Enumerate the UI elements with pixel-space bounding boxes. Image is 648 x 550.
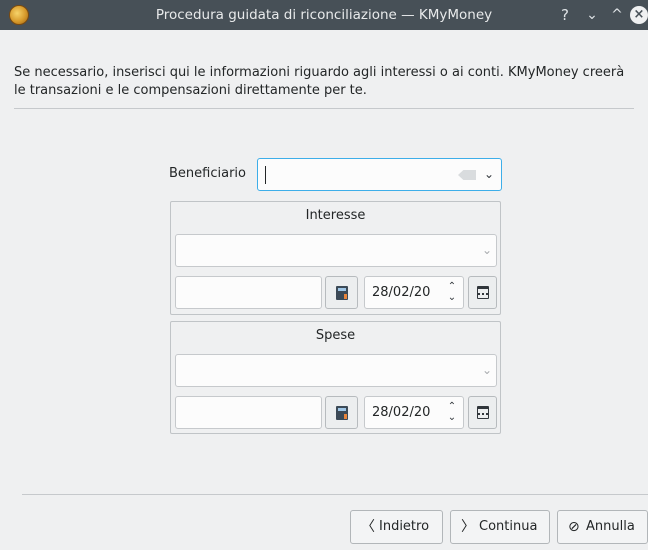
cancel-button[interactable]: ⊘ Annulla: [557, 510, 648, 544]
maximize-button[interactable]: ^: [607, 5, 627, 25]
interest-group: Interesse ⌄ 28/02/20 ⌃ ⌄: [170, 201, 501, 315]
window-title: Procedura guidata di riconciliazione — K…: [155, 7, 493, 23]
interest-calendar-button[interactable]: [468, 276, 497, 309]
chevron-down-icon[interactable]: ⌄: [482, 167, 496, 181]
next-button[interactable]: 〉 Continua: [450, 510, 550, 544]
charges-group: Spese ⌄ 28/02/20 ⌃ ⌄: [170, 321, 501, 434]
close-button[interactable]: ×: [630, 6, 648, 24]
text-cursor: [265, 166, 266, 184]
charges-title: Spese: [315, 328, 356, 343]
charges-calculator-button[interactable]: [325, 396, 358, 429]
interest-calculator-button[interactable]: [325, 276, 358, 309]
intro-text: Se necessario, inserisci qui le informaz…: [14, 65, 625, 98]
clear-text-icon[interactable]: [458, 170, 476, 180]
calculator-icon: [336, 406, 348, 420]
cancel-label: Annulla: [586, 519, 635, 534]
interest-amount-input[interactable]: [175, 276, 322, 309]
payee-combobox[interactable]: ⌄: [257, 158, 502, 191]
calculator-icon: [336, 286, 348, 300]
calendar-icon: [477, 286, 489, 299]
chevron-down-icon[interactable]: ⌄: [480, 243, 494, 257]
charges-category-combobox[interactable]: ⌄: [175, 354, 497, 387]
chevron-left-icon: 〈: [361, 519, 375, 535]
charges-amount-input[interactable]: [175, 396, 322, 429]
title-bar[interactable]: Procedura guidata di riconciliazione — K…: [0, 0, 648, 30]
minimize-button[interactable]: ⌄: [582, 5, 602, 25]
charges-date-value: 28/02/20: [372, 405, 431, 420]
next-label: Continua: [479, 519, 538, 534]
help-button[interactable]: ?: [555, 5, 575, 25]
payee-label: Beneficiario: [169, 166, 246, 181]
date-spinner[interactable]: ⌃ ⌄: [445, 401, 459, 425]
charges-calendar-button[interactable]: [468, 396, 497, 429]
cancel-icon: ⊘: [568, 519, 580, 535]
interest-category-combobox[interactable]: ⌄: [175, 234, 497, 267]
calendar-icon: [477, 406, 489, 419]
back-button[interactable]: 〈 Indietro: [350, 510, 443, 544]
chevron-down-icon[interactable]: ⌄: [480, 363, 494, 377]
interest-title: Interesse: [305, 208, 366, 223]
chevron-right-icon: 〉: [461, 519, 475, 535]
date-spinner[interactable]: ⌃ ⌄: [445, 281, 459, 305]
interest-date-input[interactable]: 28/02/20 ⌃ ⌄: [364, 276, 464, 309]
divider: [14, 108, 634, 109]
divider: [22, 494, 648, 495]
charges-date-input[interactable]: 28/02/20 ⌃ ⌄: [364, 396, 464, 429]
interest-date-value: 28/02/20: [372, 285, 431, 300]
back-label: Indietro: [379, 519, 430, 534]
